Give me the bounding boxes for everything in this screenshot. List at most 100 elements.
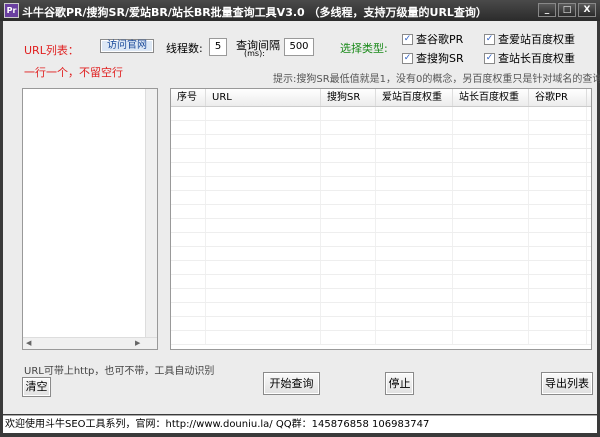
- table-cell: [171, 247, 206, 260]
- table-cell: [321, 261, 376, 274]
- column-header[interactable]: 站长百度权重: [453, 89, 529, 106]
- column-header[interactable]: 爱站百度权重: [376, 89, 453, 106]
- table-row: [171, 219, 591, 233]
- table-cell: [453, 233, 529, 246]
- table-cell: [529, 149, 587, 162]
- scroll-left-icon[interactable]: ◀: [26, 339, 31, 347]
- table-cell: [376, 107, 453, 120]
- table-row: [171, 317, 591, 331]
- table-cell: [529, 163, 587, 176]
- table-body: [171, 107, 591, 345]
- table-cell: [529, 247, 587, 260]
- title-bar: Pr 斗牛谷歌PR/搜狗SR/爱站BR/站长BR批量查询工具V3.0 （多线程，…: [0, 0, 600, 21]
- visit-site-button[interactable]: 访问官网: [100, 39, 154, 53]
- table-cell: [171, 205, 206, 218]
- table-cell: [376, 149, 453, 162]
- table-cell: [206, 149, 321, 162]
- table-cell: [321, 317, 376, 330]
- table-cell: [376, 261, 453, 274]
- tip-text: 提示:搜狗SR最低值就是1，没有0的概念，另百度权重只是针对域名的查询: [273, 74, 600, 85]
- results-table[interactable]: 序号 URL 搜狗SR 爱站百度权重 站长百度权重 谷歌PR: [170, 88, 592, 350]
- table-cell: [529, 205, 587, 218]
- url-textarea[interactable]: ◀ ▶: [22, 88, 158, 350]
- horizontal-scrollbar[interactable]: ◀ ▶: [23, 337, 157, 349]
- table-cell: [171, 191, 206, 204]
- table-cell: [529, 121, 587, 134]
- table-cell: [206, 177, 321, 190]
- checkbox-aizhan-br[interactable]: ✓ 查爱站百度权重: [484, 31, 575, 47]
- table-cell: [453, 303, 529, 316]
- table-cell: [171, 219, 206, 232]
- table-cell: [321, 303, 376, 316]
- clear-button[interactable]: 清空: [22, 377, 51, 397]
- table-row: [171, 247, 591, 261]
- checkbox-label: 查搜狗SR: [416, 52, 464, 65]
- table-cell: [321, 177, 376, 190]
- checkbox-checked-icon: ✓: [484, 52, 495, 64]
- table-cell: [171, 177, 206, 190]
- table-cell: [206, 135, 321, 148]
- table-cell: [453, 149, 529, 162]
- table-row: [171, 331, 591, 345]
- stop-button[interactable]: 停止: [385, 372, 414, 395]
- start-query-button[interactable]: 开始查询: [263, 372, 320, 395]
- minimize-button[interactable]: _: [538, 3, 556, 17]
- table-cell: [453, 261, 529, 274]
- table-header: 序号 URL 搜狗SR 爱站百度权重 站长百度权重 谷歌PR: [171, 89, 591, 107]
- column-header[interactable]: 搜狗SR: [321, 89, 376, 106]
- table-cell: [206, 303, 321, 316]
- maximize-button[interactable]: □: [558, 3, 576, 17]
- scroll-right-icon[interactable]: ▶: [135, 339, 140, 347]
- table-cell: [171, 275, 206, 288]
- table-cell: [206, 191, 321, 204]
- table-cell: [453, 205, 529, 218]
- table-cell: [206, 121, 321, 134]
- table-cell: [206, 261, 321, 274]
- export-list-button[interactable]: 导出列表: [541, 372, 593, 395]
- table-cell: [171, 121, 206, 134]
- table-cell: [206, 247, 321, 260]
- table-row: [171, 233, 591, 247]
- close-button[interactable]: X: [578, 3, 596, 17]
- checkbox-zhanzhang-br[interactable]: ✓ 查站长百度权重: [484, 50, 575, 66]
- table-cell: [453, 275, 529, 288]
- table-cell: [321, 205, 376, 218]
- table-cell: [529, 261, 587, 274]
- vertical-scrollbar[interactable]: [145, 89, 157, 337]
- table-cell: [453, 289, 529, 302]
- table-cell: [171, 261, 206, 274]
- url-format-hint: URL可带上http，也可不带，工具自动识别: [24, 366, 215, 377]
- table-cell: [321, 219, 376, 232]
- table-row: [171, 177, 591, 191]
- table-cell: [171, 149, 206, 162]
- table-cell: [376, 289, 453, 302]
- table-cell: [321, 163, 376, 176]
- column-header[interactable]: URL: [206, 89, 321, 106]
- table-cell: [321, 149, 376, 162]
- table-cell: [376, 303, 453, 316]
- url-hint: 一行一个，不留空行: [24, 66, 123, 79]
- table-cell: [376, 163, 453, 176]
- column-header[interactable]: 序号: [171, 89, 206, 106]
- table-cell: [376, 177, 453, 190]
- threads-input[interactable]: 5: [209, 38, 227, 56]
- checkbox-checked-icon: ✓: [484, 33, 495, 45]
- table-cell: [453, 107, 529, 120]
- column-header[interactable]: 谷歌PR: [529, 89, 587, 106]
- interval-input[interactable]: 500: [284, 38, 314, 56]
- table-cell: [529, 135, 587, 148]
- table-cell: [171, 303, 206, 316]
- table-row: [171, 107, 591, 121]
- table-cell: [171, 163, 206, 176]
- table-cell: [206, 233, 321, 246]
- table-cell: [453, 317, 529, 330]
- checkbox-label: 查谷歌PR: [416, 33, 464, 46]
- table-cell: [453, 247, 529, 260]
- table-cell: [376, 205, 453, 218]
- checkbox-google-pr[interactable]: ✓ 查谷歌PR: [402, 31, 463, 47]
- table-cell: [171, 107, 206, 120]
- table-cell: [171, 135, 206, 148]
- table-row: [171, 191, 591, 205]
- checkbox-sogou-sr[interactable]: ✓ 查搜狗SR: [402, 50, 464, 66]
- table-cell: [321, 107, 376, 120]
